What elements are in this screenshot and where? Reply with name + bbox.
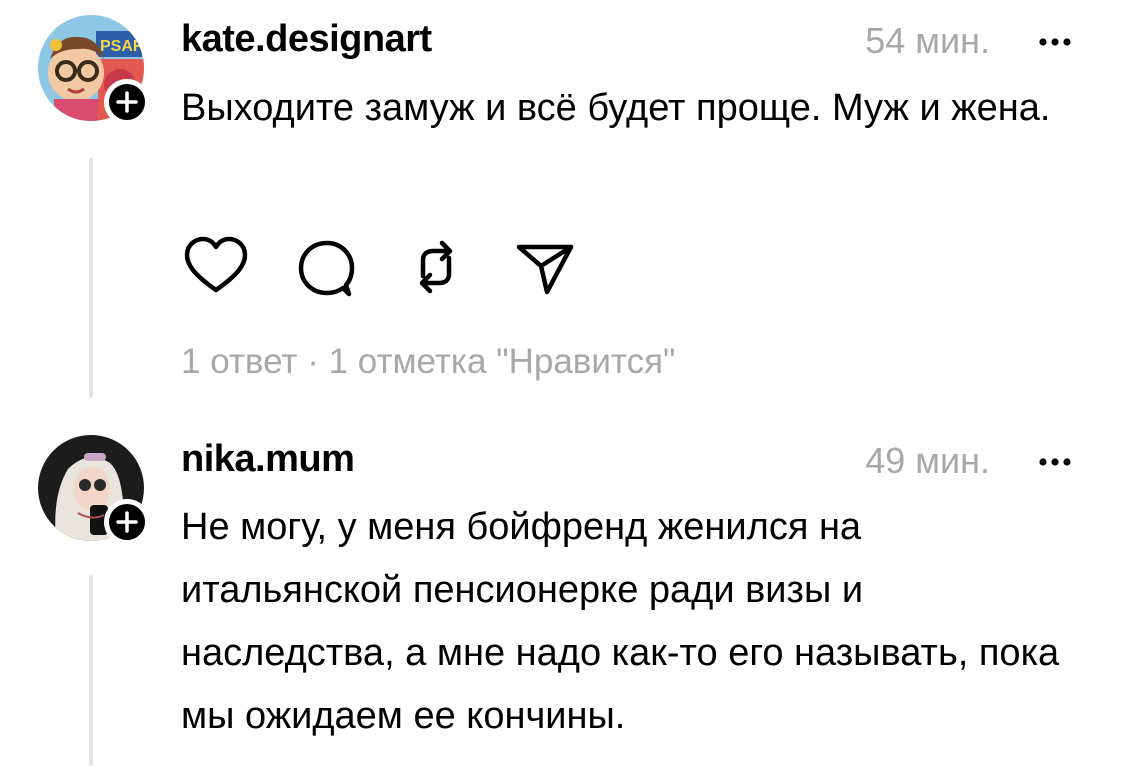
share-button[interactable] <box>511 232 581 302</box>
timestamp: 54 мин. <box>865 20 990 61</box>
thread-line <box>89 158 93 398</box>
comment-text: Выходите замуж и всё будет проще. Муж и … <box>181 87 1051 129</box>
repost-icon <box>419 240 453 294</box>
reply-button[interactable] <box>291 232 361 302</box>
replies-count[interactable]: 1 ответ <box>181 342 297 381</box>
username[interactable]: kate.designart <box>181 18 432 61</box>
comment-icon <box>298 240 355 297</box>
heart-icon <box>184 236 248 293</box>
thread-line <box>89 575 93 766</box>
follow-button[interactable] <box>104 499 150 545</box>
timestamp: 49 мин. <box>865 440 990 481</box>
comment-kate: PSAR kate.designart 54 мин. Выходите зам… <box>0 0 1125 410</box>
username[interactable]: nika.mum <box>181 438 355 481</box>
comment-text: Не могу, у меня бойфренд женился на итал… <box>181 506 1060 737</box>
comment-nika: nika.mum 49 мин. Не могу, у меня бойфрен… <box>0 420 1125 766</box>
stats-separator: · <box>307 342 319 381</box>
like-button[interactable] <box>181 232 251 302</box>
action-bar <box>181 232 581 302</box>
share-icon <box>516 244 574 295</box>
plus-icon <box>116 511 138 533</box>
repost-button[interactable] <box>401 232 471 302</box>
avatar-sign-text: PSAR <box>100 38 144 55</box>
more-options-icon[interactable] <box>1035 32 1075 52</box>
likes-count[interactable]: 1 отметка "Нравится" <box>329 342 676 381</box>
follow-button[interactable] <box>104 79 150 125</box>
comment-stats: 1 ответ · 1 отметка "Нравится" <box>181 342 675 382</box>
more-options-icon[interactable] <box>1035 452 1075 472</box>
plus-icon <box>116 91 138 113</box>
